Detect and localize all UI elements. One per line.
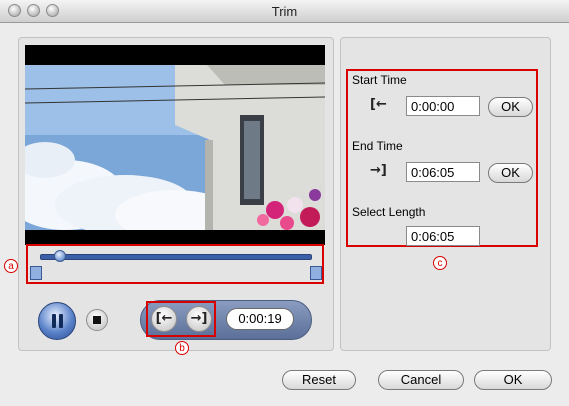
start-time-ok-button[interactable]: OK bbox=[488, 97, 533, 117]
reset-button[interactable]: Reset bbox=[282, 370, 356, 390]
set-end-button[interactable]: →] bbox=[186, 306, 212, 332]
set-end-icon: →] bbox=[370, 163, 387, 178]
end-marker-handle[interactable] bbox=[310, 266, 322, 280]
set-start-icon: [← bbox=[370, 97, 387, 112]
cancel-button[interactable]: Cancel bbox=[378, 370, 464, 390]
select-length-label: Select Length bbox=[352, 205, 426, 219]
timeline-track[interactable] bbox=[40, 254, 312, 260]
set-start-button[interactable]: [← bbox=[151, 306, 177, 332]
current-time-display: 0:00:19 bbox=[226, 308, 294, 330]
ok-button[interactable]: OK bbox=[474, 370, 552, 390]
pause-button[interactable] bbox=[38, 302, 76, 340]
set-start-icon: [← bbox=[155, 311, 173, 326]
pause-icon bbox=[52, 314, 56, 328]
start-time-label: Start Time bbox=[352, 73, 407, 87]
window-title: Trim bbox=[271, 4, 298, 19]
select-length-field[interactable] bbox=[406, 226, 480, 246]
callout-b: b bbox=[175, 341, 189, 355]
end-time-label: End Time bbox=[352, 139, 403, 153]
stop-icon bbox=[93, 316, 101, 324]
stop-button[interactable] bbox=[86, 309, 108, 331]
end-time-field[interactable] bbox=[406, 162, 480, 182]
start-marker-handle[interactable] bbox=[30, 266, 42, 280]
end-time-ok-button[interactable]: OK bbox=[488, 163, 533, 183]
start-time-field[interactable] bbox=[406, 96, 480, 116]
callout-c: c bbox=[433, 256, 447, 270]
title-bar: Trim bbox=[0, 0, 569, 23]
video-frame-image bbox=[25, 45, 325, 245]
trim-slider-group bbox=[26, 244, 324, 284]
playhead-thumb[interactable] bbox=[53, 250, 66, 262]
set-end-icon: →] bbox=[190, 311, 208, 326]
video-preview bbox=[25, 45, 325, 245]
callout-a: a bbox=[4, 259, 18, 273]
